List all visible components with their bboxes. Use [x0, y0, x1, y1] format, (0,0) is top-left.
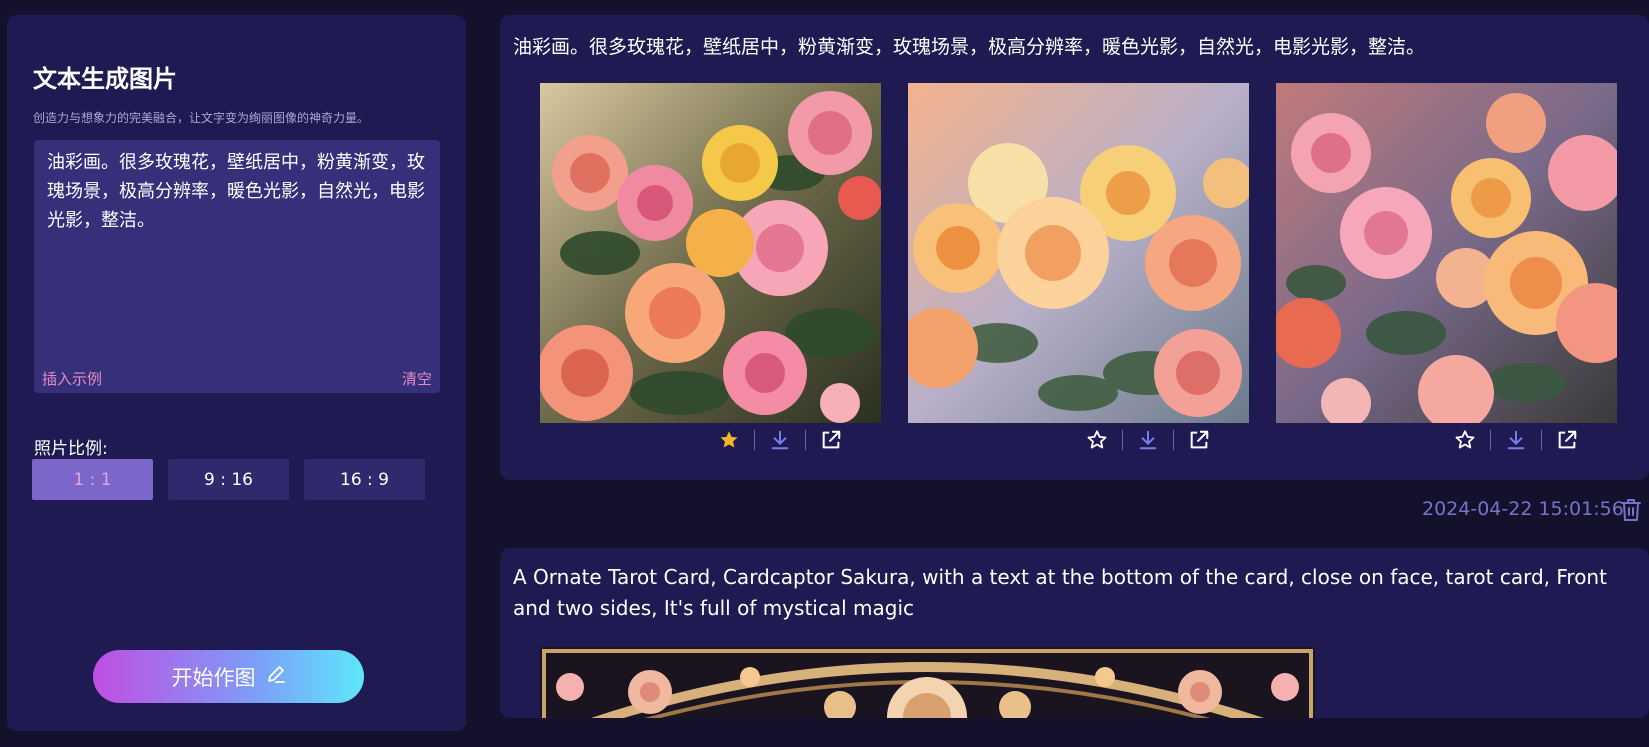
open-external-icon[interactable]	[1554, 427, 1580, 453]
open-external-icon[interactable]	[1186, 427, 1212, 453]
pencil-icon	[266, 664, 286, 689]
insert-example-button[interactable]: 插入示例	[42, 368, 102, 389]
start-generate-button[interactable]: 开始作图	[93, 650, 364, 703]
start-generate-label: 开始作图	[171, 665, 256, 690]
generated-image[interactable]	[540, 647, 1315, 718]
favorite-star-icon[interactable]	[716, 427, 742, 453]
download-icon[interactable]	[1503, 427, 1529, 453]
download-icon[interactable]	[1135, 427, 1161, 453]
result-card: 油彩画。很多玫瑰花，壁纸居中，粉黄渐变，玫瑰场景，极高分辨率，暖色光影，自然光，…	[500, 15, 1649, 480]
trash-icon[interactable]	[1619, 497, 1643, 523]
generated-image[interactable]	[1276, 83, 1617, 423]
action-divider	[805, 430, 806, 450]
action-divider	[1122, 430, 1123, 450]
action-divider	[1490, 430, 1491, 450]
result-timestamp: 2024-04-22 15:01:56	[1422, 498, 1624, 520]
prompt-input-text[interactable]: 油彩画。很多玫瑰花，壁纸居中，粉黄渐变，玫瑰场景，极高分辨率，暖色光影，自然光，…	[47, 148, 427, 235]
ratio-9-16-button[interactable]: 9 : 16	[168, 459, 289, 500]
ratio-1-1-button[interactable]: 1 : 1	[32, 459, 153, 500]
favorite-star-icon[interactable]	[1452, 427, 1478, 453]
generated-image[interactable]	[540, 83, 881, 423]
action-divider	[754, 430, 755, 450]
favorite-star-icon[interactable]	[1084, 427, 1110, 453]
left-panel: 文本生成图片 创造力与想象力的完美融合，让文字变为绚丽图像的神奇力量。 油彩画。…	[7, 15, 466, 731]
ratio-16-9-button[interactable]: 16 : 9	[304, 459, 425, 500]
prompt-input[interactable]: 油彩画。很多玫瑰花，壁纸居中，粉黄渐变，玫瑰场景，极高分辨率，暖色光影，自然光，…	[34, 140, 440, 393]
image-actions	[1452, 427, 1580, 453]
generated-image[interactable]	[908, 83, 1249, 423]
result-prompt: A Ornate Tarot Card, Cardcaptor Sakura, …	[513, 565, 1607, 620]
image-actions	[716, 427, 844, 453]
result-card: A Ornate Tarot Card, Cardcaptor Sakura, …	[500, 548, 1649, 718]
ratio-label: 照片比例:	[34, 439, 108, 459]
panel-subtitle: 创造力与想象力的完美融合，让文字变为绚丽图像的神奇力量。	[33, 111, 370, 125]
open-external-icon[interactable]	[818, 427, 844, 453]
result-prompt: 油彩画。很多玫瑰花，壁纸居中，粉黄渐变，玫瑰场景，极高分辨率，暖色光影，自然光，…	[513, 36, 1426, 58]
action-divider	[1173, 430, 1174, 450]
action-divider	[1541, 430, 1542, 450]
clear-button[interactable]: 清空	[402, 368, 432, 389]
image-actions	[1084, 427, 1212, 453]
panel-title: 文本生成图片	[33, 65, 177, 93]
download-icon[interactable]	[767, 427, 793, 453]
